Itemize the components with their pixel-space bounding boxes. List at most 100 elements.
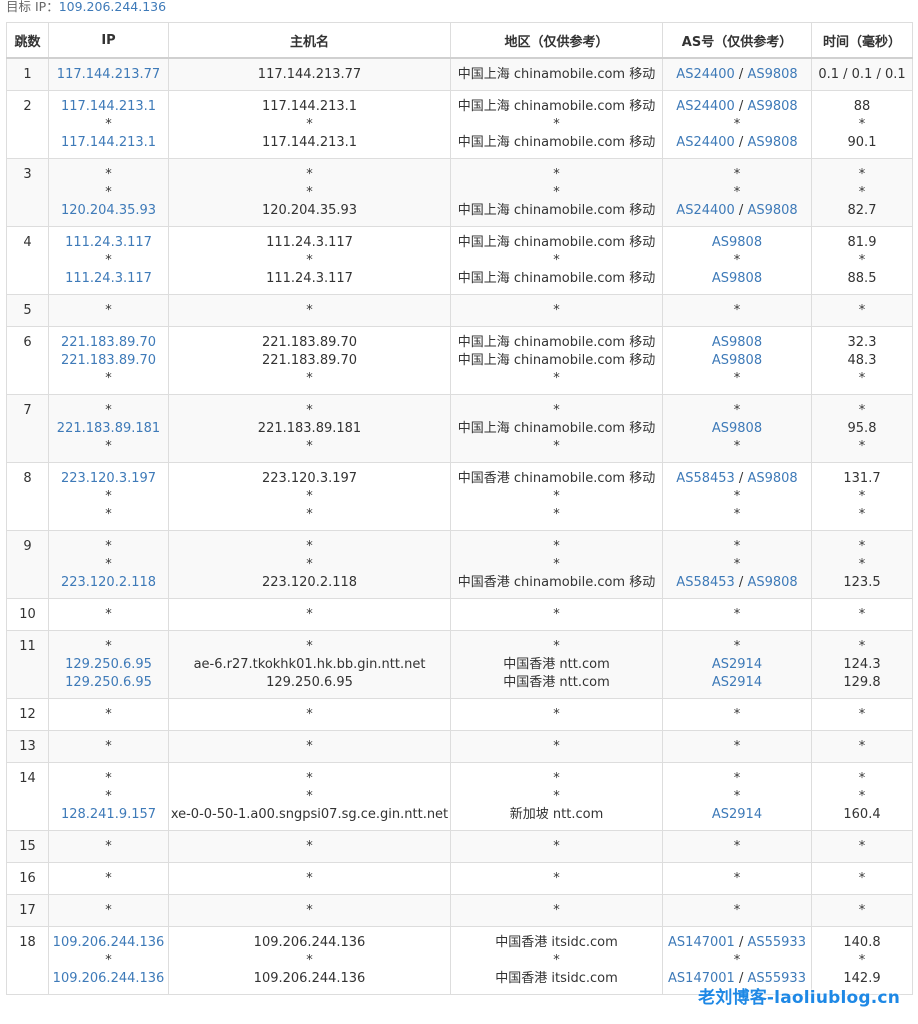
target-ip-link[interactable]: 109.206.244.136 <box>59 0 166 14</box>
as-line: * <box>664 252 811 270</box>
ip-link[interactable]: 223.120.3.197 <box>50 470 168 488</box>
ip-timeout: * <box>105 738 112 754</box>
ip-link[interactable]: 117.144.213.1 <box>50 134 168 152</box>
region-text: 中国香港 itsidc.com <box>495 934 618 950</box>
as-line: AS2914 <box>664 656 811 674</box>
as-link[interactable]: AS24400 <box>676 135 735 150</box>
hop-number: 17 <box>19 902 36 918</box>
hostname-text: * <box>306 738 313 754</box>
as-line: * <box>664 838 811 856</box>
time-text: * <box>858 788 866 804</box>
hostname-text: 129.250.6.95 <box>266 674 353 690</box>
as-line: AS24400 / AS9808 <box>664 202 811 220</box>
ip-link[interactable]: 111.24.3.117 <box>50 270 168 288</box>
region-text: * <box>553 252 560 268</box>
cell-time: * <box>811 893 913 927</box>
as-link[interactable]: AS55933 <box>747 935 806 950</box>
ip-timeout: * <box>105 184 112 200</box>
ip-link[interactable]: 221.183.89.70 <box>50 334 168 352</box>
as-link[interactable]: AS9808 <box>712 335 762 350</box>
cell-as: * AS2914 AS2914 <box>662 629 812 699</box>
table-row: 3 * * 120.204.35.93 * * 120.204.35.93 * * 中国上海 ch… <box>6 157 913 227</box>
as-link[interactable]: AS9808 <box>712 235 762 250</box>
ip-timeout: * <box>105 902 112 918</box>
ip-link[interactable]: 221.183.89.181 <box>50 420 168 438</box>
hostname-text: * <box>306 556 313 572</box>
as-link[interactable]: AS9808 <box>747 203 797 218</box>
as-link[interactable]: AS24400 <box>676 203 735 218</box>
ip-link[interactable]: 221.183.89.70 <box>50 352 168 370</box>
as-link[interactable]: AS9808 <box>747 67 797 82</box>
ip-link[interactable]: 128.241.9.157 <box>50 806 168 824</box>
hostname-text: 223.120.2.118 <box>261 574 358 590</box>
time-text: * <box>858 556 866 572</box>
hop-number: 11 <box>19 638 36 654</box>
cell-hop: 15 <box>6 829 49 863</box>
as-line: AS9808 <box>664 334 811 352</box>
ip-link[interactable]: 117.144.213.1 <box>50 98 168 116</box>
ip-timeout: * <box>105 116 112 132</box>
as-line: * <box>664 770 811 788</box>
cell-region: 中国香港 itsidc.com * 中国香港 itsidc.com <box>450 925 663 995</box>
as-timeout: * <box>733 506 741 522</box>
as-line: AS24400 / AS9808 <box>664 66 811 84</box>
as-link[interactable]: AS9808 <box>747 575 797 590</box>
as-link[interactable]: AS2914 <box>712 807 762 822</box>
cell-region: * <box>450 597 663 631</box>
ip-timeout: * <box>105 952 112 968</box>
cell-hostname: 109.206.244.136 * 109.206.244.136 <box>168 925 451 995</box>
ip-link[interactable]: 223.120.2.118 <box>50 574 168 592</box>
as-timeout: * <box>733 788 741 804</box>
as-link[interactable]: AS9808 <box>712 421 762 436</box>
region-text: * <box>553 706 560 722</box>
as-line: AS2914 <box>664 806 811 824</box>
as-link[interactable]: AS24400 <box>676 67 735 82</box>
cell-time: 0.1 / 0.1 / 0.1 <box>811 57 913 91</box>
ip-link[interactable]: 109.206.244.136 <box>50 934 168 952</box>
region-text: 中国上海 chinamobile.com 移动 <box>457 98 656 114</box>
ip-link[interactable]: 120.204.35.93 <box>50 202 168 220</box>
as-link[interactable]: AS58453 <box>676 471 735 486</box>
hostname-text: * <box>306 902 313 918</box>
cell-hop: 12 <box>6 697 49 731</box>
ip-link[interactable]: 129.250.6.95 <box>50 656 168 674</box>
as-link[interactable]: AS9808 <box>747 471 797 486</box>
cell-ip: 221.183.89.70 221.183.89.70 * <box>48 325 169 395</box>
as-link[interactable]: AS9808 <box>712 271 762 286</box>
ip-link[interactable]: 117.144.213.77 <box>50 66 168 84</box>
hostname-text: 117.144.213.77 <box>257 67 362 82</box>
as-line: AS9808 <box>664 352 811 370</box>
header-as: AS号（仅供参考） <box>662 22 812 59</box>
hostname-text: 117.144.213.1 <box>261 134 358 150</box>
ip-link[interactable]: 111.24.3.117 <box>50 234 168 252</box>
as-timeout: * <box>733 116 741 132</box>
hostname-text: * <box>306 538 313 554</box>
as-link[interactable]: AS147001 <box>668 935 735 950</box>
ip-link[interactable]: 129.250.6.95 <box>50 674 168 692</box>
as-link[interactable]: AS2914 <box>712 657 762 672</box>
as-line: AS147001 / AS55933 <box>664 934 811 952</box>
target-ip-label: 目标 IP： <box>6 0 59 14</box>
as-link[interactable]: AS58453 <box>676 575 735 590</box>
as-link[interactable]: AS24400 <box>676 99 735 114</box>
cell-as: * <box>662 597 812 631</box>
hostname-text: 221.183.89.70 <box>261 352 358 368</box>
cell-hop: 10 <box>6 597 49 631</box>
as-link[interactable]: AS9808 <box>747 99 797 114</box>
time-text: * <box>858 838 866 854</box>
region-text: * <box>553 166 560 182</box>
region-text: 中国香港 itsidc.com <box>495 970 618 986</box>
ip-timeout: * <box>105 252 112 268</box>
cell-time: * <box>811 597 913 631</box>
as-link[interactable]: AS9808 <box>747 135 797 150</box>
hostname-text: 221.183.89.181 <box>257 420 362 436</box>
time-text: * <box>858 402 866 418</box>
table-row: 8 223.120.3.197 * * 223.120.3.197 * * 中国香港 chin… <box>6 461 913 531</box>
ip-link[interactable]: 109.206.244.136 <box>50 970 168 988</box>
table-row: 2 117.144.213.1 * 117.144.213.1 117.144.213.… <box>6 89 913 159</box>
as-link[interactable]: AS9808 <box>712 353 762 368</box>
hostname-text: * <box>306 706 313 722</box>
as-link[interactable]: AS2914 <box>712 675 762 690</box>
as-timeout: * <box>733 870 741 886</box>
as-separator: / <box>734 470 748 486</box>
